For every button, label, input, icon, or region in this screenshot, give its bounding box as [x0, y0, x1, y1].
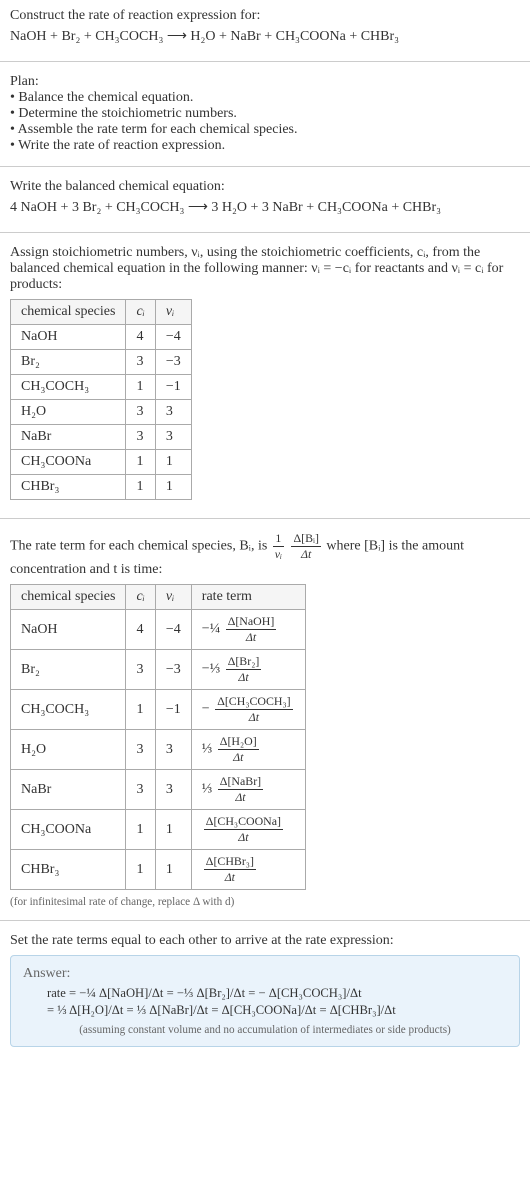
answer-box: Answer: rate = −¼ Δ[NaOH]/Δt = −⅓ Δ[Br₂]…	[10, 955, 520, 1047]
divider	[0, 61, 530, 62]
col-header: νᵢ	[155, 585, 191, 610]
col-header: cᵢ	[126, 300, 155, 325]
plan-item: • Assemble the rate term for each chemic…	[10, 122, 520, 138]
table-row: H₂O 3 3 ⅓ Δ[H₂O]Δt	[11, 730, 306, 770]
divider	[0, 232, 530, 233]
table-row: CHBr₃11	[11, 475, 192, 500]
unbalanced-equation: NaOH + Br₂ + CH₃COCH₃ ⟶ H₂O + NaBr + CH₃…	[10, 28, 520, 45]
col-header: chemical species	[11, 300, 126, 325]
stoich-intro: Assign stoichiometric numbers, νᵢ, using…	[10, 245, 520, 293]
page-title: Construct the rate of reaction expressio…	[10, 8, 520, 24]
col-header: cᵢ	[126, 585, 155, 610]
table-row: NaBr33	[11, 425, 192, 450]
rate-term-cell: Δ[CH₃COONa]Δt	[191, 810, 305, 850]
table-row: NaOH4−4	[11, 325, 192, 350]
rate-expression-line: = ⅓ Δ[H₂O]/Δt = ⅓ Δ[NaBr]/Δt = Δ[CH₃COON…	[47, 1003, 507, 1018]
table-header-row: chemical species cᵢ νᵢ rate term	[11, 585, 306, 610]
col-header: chemical species	[11, 585, 126, 610]
divider	[0, 166, 530, 167]
table-header-row: chemical species cᵢ νᵢ	[11, 300, 192, 325]
table-row: CH₃COCH₃ 1 −1 − Δ[CH₃COCH₃]Δt	[11, 690, 306, 730]
plan-item: • Determine the stoichiometric numbers.	[10, 106, 520, 122]
table-row: NaOH 4 −4 −¼ Δ[NaOH]Δt	[11, 610, 306, 650]
table-row: CHBr₃ 1 1 Δ[CHBr₃]Δt	[11, 850, 306, 890]
assumption-note: (assuming constant volume and no accumul…	[23, 1024, 507, 1036]
table-row: CH₃COONa 1 1 Δ[CH₃COONa]Δt	[11, 810, 306, 850]
rate-term-cell: −⅓ Δ[Br₂]Δt	[191, 650, 305, 690]
balanced-label: Write the balanced chemical equation:	[10, 179, 520, 195]
dBi-dt-fraction: Δ[Bᵢ] Δt	[291, 531, 320, 562]
col-header: rate term	[191, 585, 305, 610]
rate-expression-line: rate = −¼ Δ[NaOH]/Δt = −⅓ Δ[Br₂]/Δt = − …	[47, 986, 507, 1001]
rate-term-cell: − Δ[CH₃COCH₃]Δt	[191, 690, 305, 730]
table-row: Br₂ 3 −3 −⅓ Δ[Br₂]Δt	[11, 650, 306, 690]
balanced-equation: 4 NaOH + 3 Br₂ + CH₃COCH₃ ⟶ 3 H₂O + 3 Na…	[10, 199, 520, 216]
rate-term-cell: ⅓ Δ[NaBr]Δt	[191, 770, 305, 810]
answer-label: Answer:	[23, 966, 507, 982]
stoich-table: chemical species cᵢ νᵢ NaOH4−4 Br₂3−3 CH…	[10, 299, 192, 500]
table-row: CH₃COCH₃1−1	[11, 375, 192, 400]
rate-term-cell: ⅓ Δ[H₂O]Δt	[191, 730, 305, 770]
rate-intro-text: The rate term for each chemical species,…	[10, 539, 267, 554]
col-header: νᵢ	[155, 300, 191, 325]
table-row: CH₃COONa11	[11, 450, 192, 475]
table-row: NaBr 3 3 ⅓ Δ[NaBr]Δt	[11, 770, 306, 810]
infinitesimal-note: (for infinitesimal rate of change, repla…	[10, 896, 520, 908]
rate-term-table: chemical species cᵢ νᵢ rate term NaOH 4 …	[10, 584, 306, 890]
plan-item: • Balance the chemical equation.	[10, 90, 520, 106]
table-row: H₂O33	[11, 400, 192, 425]
rate-term-cell: Δ[CHBr₃]Δt	[191, 850, 305, 890]
plan-label: Plan:	[10, 74, 520, 90]
rate-term-cell: −¼ Δ[NaOH]Δt	[191, 610, 305, 650]
one-over-nu-fraction: 1 νᵢ	[273, 531, 284, 562]
divider	[0, 518, 530, 519]
table-row: Br₂3−3	[11, 350, 192, 375]
divider	[0, 920, 530, 921]
plan-item: • Write the rate of reaction expression.	[10, 138, 520, 154]
final-label: Set the rate terms equal to each other t…	[10, 933, 520, 949]
